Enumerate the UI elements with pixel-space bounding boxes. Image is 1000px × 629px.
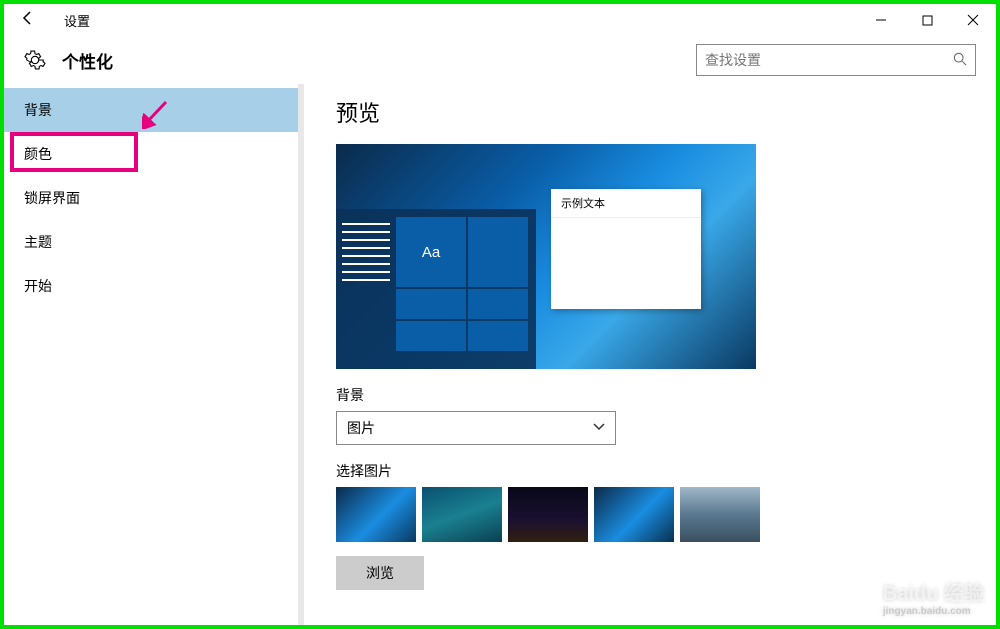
preview-box: Aa 示例文本 — [336, 144, 756, 369]
background-dropdown[interactable]: 图片 — [336, 411, 616, 445]
thumbnail[interactable] — [422, 487, 502, 542]
choose-picture-label: 选择图片 — [336, 461, 964, 481]
sidebar-item-start[interactable]: 开始 — [4, 264, 304, 308]
sidebar-item-label: 开始 — [24, 276, 52, 296]
window-title: 设置 — [64, 11, 90, 30]
preview-title: 预览 — [336, 96, 964, 128]
preview-sample-window: 示例文本 — [551, 189, 701, 309]
preview-tile: Aa — [396, 217, 466, 287]
sidebar: 背景 颜色 锁屏界面 主题 开始 — [4, 84, 304, 625]
thumbnail-row — [336, 487, 964, 542]
thumbnail[interactable] — [336, 487, 416, 542]
gear-icon — [24, 49, 46, 71]
page-heading: 个性化 — [62, 48, 113, 73]
thumbnail[interactable] — [508, 487, 588, 542]
sidebar-item-themes[interactable]: 主题 — [4, 220, 304, 264]
thumbnail[interactable] — [594, 487, 674, 542]
sidebar-item-label: 主题 — [24, 232, 52, 252]
browse-button[interactable]: 浏览 — [336, 556, 424, 590]
close-button[interactable] — [950, 4, 996, 36]
preview-start-menu: Aa — [336, 209, 536, 369]
chevron-down-icon — [593, 422, 605, 434]
background-label: 背景 — [336, 385, 964, 405]
search-box[interactable] — [696, 44, 976, 76]
content: 预览 Aa 示例文本 — [304, 84, 996, 625]
sidebar-scrollbar[interactable] — [298, 84, 304, 625]
sidebar-item-colors[interactable]: 颜色 — [4, 132, 304, 176]
sidebar-item-label: 颜色 — [24, 144, 52, 164]
sidebar-item-lockscreen[interactable]: 锁屏界面 — [4, 176, 304, 220]
maximize-button[interactable] — [904, 4, 950, 36]
sidebar-item-background[interactable]: 背景 — [4, 88, 304, 132]
back-button[interactable] — [20, 10, 40, 31]
sidebar-item-label: 锁屏界面 — [24, 188, 80, 208]
header: 个性化 — [4, 36, 996, 84]
search-input[interactable] — [705, 52, 953, 68]
titlebar: 设置 — [4, 4, 996, 36]
dropdown-value: 图片 — [347, 418, 593, 438]
window-controls — [858, 4, 996, 36]
thumbnail[interactable] — [680, 487, 760, 542]
preview-window-text: 示例文本 — [551, 189, 701, 218]
search-icon — [953, 52, 967, 69]
minimize-button[interactable] — [858, 4, 904, 36]
sidebar-item-label: 背景 — [24, 100, 52, 120]
